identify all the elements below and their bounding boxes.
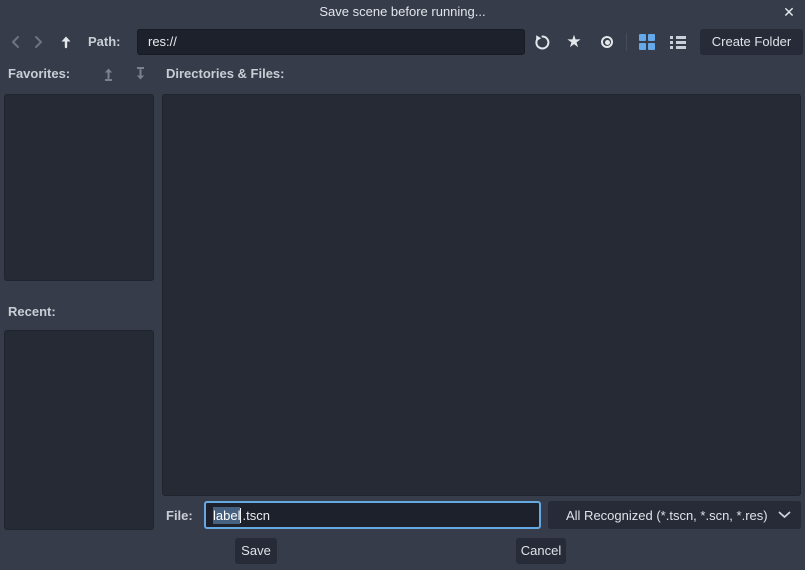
toolbar-separator (626, 33, 627, 51)
file-label: File: (166, 508, 193, 523)
back-button[interactable] (6, 29, 24, 55)
toggle-hidden-files-button[interactable] (595, 29, 619, 55)
recent-label: Recent: (8, 304, 56, 319)
favorites-label: Favorites: (8, 66, 71, 81)
favorite-move-up-button[interactable] (99, 65, 117, 83)
list-view-icon (670, 36, 686, 49)
favorite-star-icon[interactable]: ★ (561, 29, 587, 55)
file-type-filter-dropdown[interactable]: All Recognized (*.tscn, *.scn, *.res) (548, 501, 801, 529)
filename-input[interactable]: label .tscn (204, 501, 541, 529)
text-caret (240, 507, 242, 523)
chevron-right-icon (35, 36, 42, 48)
arrow-up-icon (61, 36, 71, 49)
favorite-move-down-button[interactable] (131, 65, 149, 83)
save-button[interactable]: Save (235, 538, 277, 564)
directories-files-label: Directories & Files: (166, 66, 285, 81)
filename-extension-text: .tscn (242, 507, 270, 523)
favorites-list[interactable] (4, 94, 154, 281)
cancel-button[interactable]: Cancel (516, 538, 566, 564)
move-down-icon (136, 67, 144, 80)
grid-view-button[interactable] (636, 29, 658, 55)
path-input[interactable]: res:// (137, 29, 525, 55)
circled-dot-icon (601, 36, 613, 48)
directories-files-list[interactable] (162, 94, 801, 496)
path-label: Path: (88, 34, 121, 49)
forward-button[interactable] (30, 29, 48, 55)
save-scene-dialog: Save scene before running... ✕ Path: res… (0, 0, 805, 570)
chevron-down-icon (778, 511, 791, 518)
grid-view-icon (639, 34, 655, 50)
filter-value: All Recognized (*.tscn, *.scn, *.res) (566, 507, 768, 523)
dialog-title: Save scene before running... (319, 4, 486, 19)
refresh-icon (534, 34, 549, 49)
filename-selected-text: label (213, 506, 241, 524)
list-view-button[interactable] (667, 29, 689, 55)
move-up-icon (104, 68, 112, 81)
recent-list[interactable] (4, 330, 154, 530)
refresh-button[interactable] (530, 29, 554, 55)
up-directory-button[interactable] (56, 29, 76, 55)
chevron-left-icon (12, 36, 19, 48)
create-folder-button[interactable]: Create Folder (700, 29, 803, 55)
close-icon[interactable]: ✕ (780, 3, 798, 21)
